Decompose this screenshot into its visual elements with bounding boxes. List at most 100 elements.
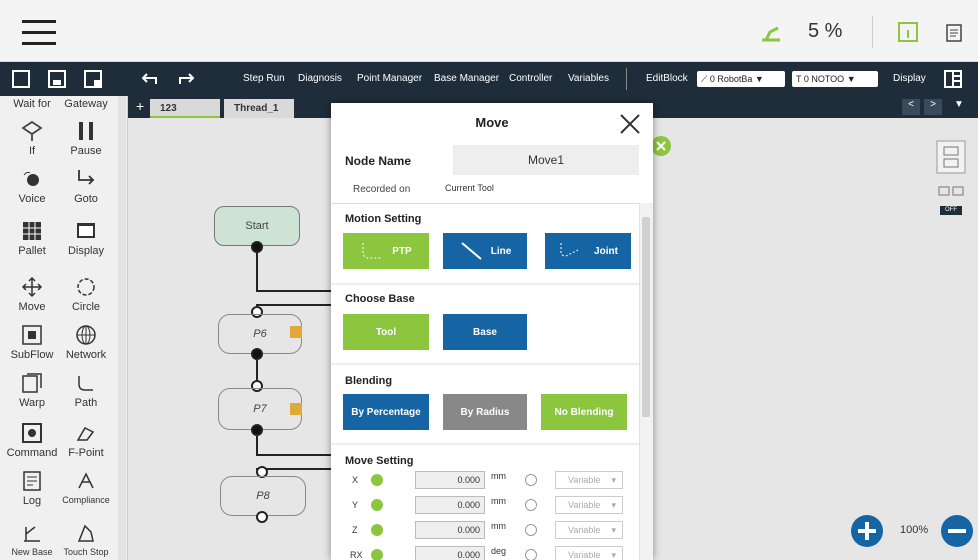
axis-value-input[interactable]: 0.000 <box>415 546 485 560</box>
base-button[interactable]: Base <box>443 314 527 350</box>
node-name-input[interactable]: Move1 <box>453 145 639 175</box>
line-icon <box>461 242 482 260</box>
node-sidebar: Wait for Gateway If Pause Voice Goto Pal… <box>0 96 128 560</box>
add-tab-icon[interactable]: + <box>136 98 144 114</box>
controller-button[interactable]: Controller <box>509 62 552 96</box>
speed-percent[interactable]: 5 % <box>808 20 842 43</box>
p7-out-port[interactable] <box>251 424 263 436</box>
variable-select[interactable]: Variable ▾ <box>555 471 623 489</box>
layout-icon[interactable] <box>944 70 962 88</box>
sidebar-item-pause[interactable]: Pause <box>58 120 114 157</box>
display-button[interactable]: Display <box>893 62 926 96</box>
axis-enable-toggle[interactable] <box>371 499 383 511</box>
by-radius-button[interactable]: By Radius <box>443 394 527 430</box>
axis-enable-toggle[interactable] <box>371 524 383 536</box>
line-button[interactable]: Line <box>443 233 527 269</box>
divider <box>331 203 639 204</box>
ptp-icon <box>362 243 383 259</box>
connector <box>256 290 332 292</box>
save-as-icon[interactable] <box>84 70 102 88</box>
tool-button[interactable]: Tool <box>343 314 429 350</box>
step-run-button[interactable]: Step Run <box>243 62 285 96</box>
joint-button[interactable]: Joint <box>545 233 631 269</box>
move-icon <box>21 276 43 298</box>
variable-radio[interactable] <box>525 474 537 486</box>
sidebar-item-warp[interactable]: Warp <box>4 372 60 409</box>
undo-icon[interactable] <box>140 70 158 88</box>
p8-out-port[interactable] <box>256 511 268 523</box>
sidebar-item-compliance[interactable]: Compliance <box>58 470 114 505</box>
axis-value-input[interactable]: 0.000 <box>415 521 485 539</box>
variables-button[interactable]: Variables <box>568 62 609 96</box>
edit-block-button[interactable]: EditBlock <box>646 62 688 96</box>
axis-enable-toggle[interactable] <box>371 549 383 560</box>
scroll-thumb[interactable] <box>642 217 650 417</box>
start-label: Start <box>245 220 269 232</box>
motion-setting-heading: Motion Setting <box>345 213 422 225</box>
no-blending-button[interactable]: No Blending <box>541 394 627 430</box>
variable-select[interactable]: Variable ▾ <box>555 521 623 539</box>
sidebar-item-gateway[interactable]: Gateway <box>58 98 114 110</box>
delete-node-icon[interactable] <box>650 135 672 157</box>
sidebar-item-goto[interactable]: Goto <box>58 168 114 205</box>
sidebar-item-f-point[interactable]: F-Point <box>58 422 114 459</box>
p6-out-port[interactable] <box>251 348 263 360</box>
start-node[interactable]: Start <box>214 206 300 246</box>
warp-icon <box>22 373 42 393</box>
diagnosis-button[interactable]: Diagnosis <box>298 62 342 96</box>
zoom-out-icon[interactable] <box>940 514 974 548</box>
tab-thread-1[interactable]: Thread_1 <box>224 99 294 118</box>
save-icon[interactable] <box>48 70 66 88</box>
split-toggle[interactable]: OFF <box>940 206 962 215</box>
tab-menu-chevron-down-icon[interactable]: ▼ <box>954 99 964 110</box>
sidebar-item-label: Pause <box>70 145 102 157</box>
info-icon[interactable] <box>898 22 918 42</box>
variable-radio[interactable] <box>525 524 537 536</box>
sidebar-item-if[interactable]: If <box>4 120 60 157</box>
display-icon <box>77 223 95 238</box>
tab-nav-next-icon[interactable]: > <box>924 99 942 115</box>
chevron-down-icon: ▾ <box>611 525 616 535</box>
sidebar-item-touch-stop[interactable]: Touch Stop <box>58 522 114 557</box>
sidebar-item-voice[interactable]: Voice <box>4 168 60 205</box>
variable-radio[interactable] <box>525 549 537 560</box>
variable-radio[interactable] <box>525 499 537 511</box>
new-file-icon[interactable] <box>12 70 30 88</box>
variable-select[interactable]: Variable ▾ <box>555 496 623 514</box>
sidebar-scrollbar[interactable] <box>118 96 126 560</box>
tab-123[interactable]: 123 <box>150 99 220 118</box>
base-manager-button[interactable]: Base Manager <box>434 62 499 96</box>
sidebar-item-circle[interactable]: Circle <box>58 276 114 313</box>
sidebar-item-subflow[interactable]: SubFlow <box>4 324 60 361</box>
robot-base-select[interactable]: ⟋ 0 RobotBa ▼ <box>697 71 785 87</box>
axis-value-input[interactable]: 0.000 <box>415 471 485 489</box>
variable-select-value: Variable <box>568 500 601 510</box>
zoom-in-icon[interactable] <box>850 514 884 548</box>
close-icon[interactable] <box>619 113 641 135</box>
log-icon[interactable] <box>946 24 962 42</box>
point-manager-button[interactable]: Point Manager <box>357 62 422 96</box>
dialog-title: Move <box>475 115 509 130</box>
p8-node[interactable]: P8 <box>220 476 306 516</box>
ptp-button[interactable]: PTP <box>343 233 429 269</box>
sidebar-item-wait-for[interactable]: Wait for <box>4 98 60 110</box>
sidebar-item-network[interactable]: Network <box>58 324 114 361</box>
axis-value-input[interactable]: 0.000 <box>415 496 485 514</box>
variable-select[interactable]: Variable ▾ <box>555 546 623 560</box>
axis-enable-toggle[interactable] <box>371 474 383 486</box>
sidebar-item-path[interactable]: Path <box>58 372 114 409</box>
sidebar-item-new-base[interactable]: New Base <box>4 522 60 557</box>
sidebar-item-command[interactable]: Command <box>4 422 60 459</box>
collapse-icon[interactable] <box>936 140 966 174</box>
redo-icon[interactable] <box>178 70 196 88</box>
sidebar-item-move[interactable]: Move <box>4 276 60 313</box>
sidebar-item-display[interactable]: Display <box>58 220 114 257</box>
split-icon[interactable] <box>938 186 966 200</box>
sidebar-item-log[interactable]: Log <box>4 470 60 507</box>
menu-icon[interactable] <box>22 20 56 46</box>
tool-select[interactable]: T 0 NOTOO ▼ <box>792 71 878 87</box>
sidebar-item-pallet[interactable]: Pallet <box>4 220 60 257</box>
by-percentage-button[interactable]: By Percentage <box>343 394 429 430</box>
dialog-scrollbar[interactable] <box>639 203 653 560</box>
tab-nav-prev-icon[interactable]: < <box>902 99 920 115</box>
